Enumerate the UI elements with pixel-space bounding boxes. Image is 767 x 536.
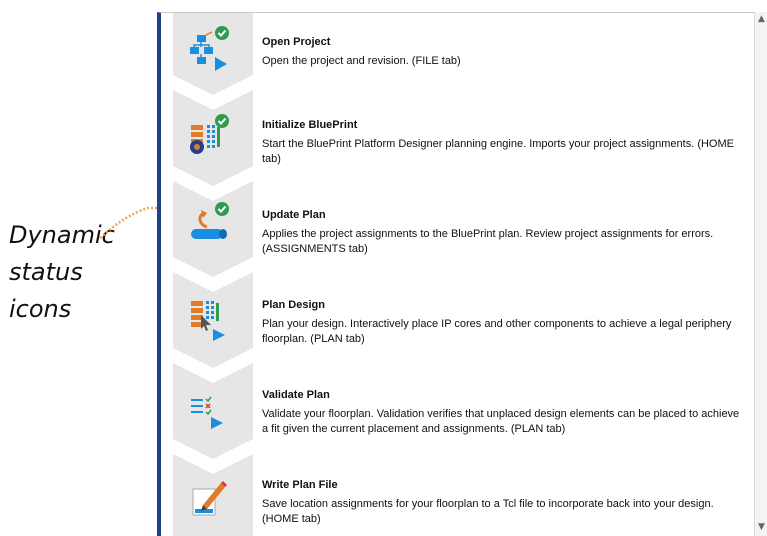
step-title: Open Project [262,36,331,48]
checklist-icon [191,396,223,429]
step-title: Plan Design [262,299,325,311]
step-description: Open the project and revision. (FILE tab… [262,55,461,67]
step-title: Initialize BluePrint [262,119,358,131]
grid-gear-icon [190,114,229,154]
step-description: Plan your design. Interactively place IP… [262,318,732,345]
chevron-background [173,13,253,536]
step-title: Validate Plan [262,389,330,401]
step-description: Validate your floorplan. Validation veri… [262,408,740,435]
step-chevron-column [173,13,253,536]
step-description: Applies the project assignments to the B… [262,228,714,255]
vertical-scrollbar[interactable]: ▲ ▼ [754,12,767,536]
step-title: Update Plan [262,209,326,221]
scroll-down-arrow-icon[interactable]: ▼ [756,521,767,533]
update-arrow-icon [191,202,229,239]
project-tree-icon [190,26,229,71]
step-title: Write Plan File [262,479,338,491]
scroll-up-arrow-icon[interactable]: ▲ [756,13,767,25]
step-description: Start the BluePrint Platform Designer pl… [262,138,734,165]
step-description: Save location assignments for your floor… [262,498,714,525]
callout-line-3: icons [9,295,72,323]
workflow-panel: Open Project Open the project and revisi… [157,12,754,536]
grid-cursor-icon [191,301,225,341]
pencil-file-icon [192,481,227,516]
